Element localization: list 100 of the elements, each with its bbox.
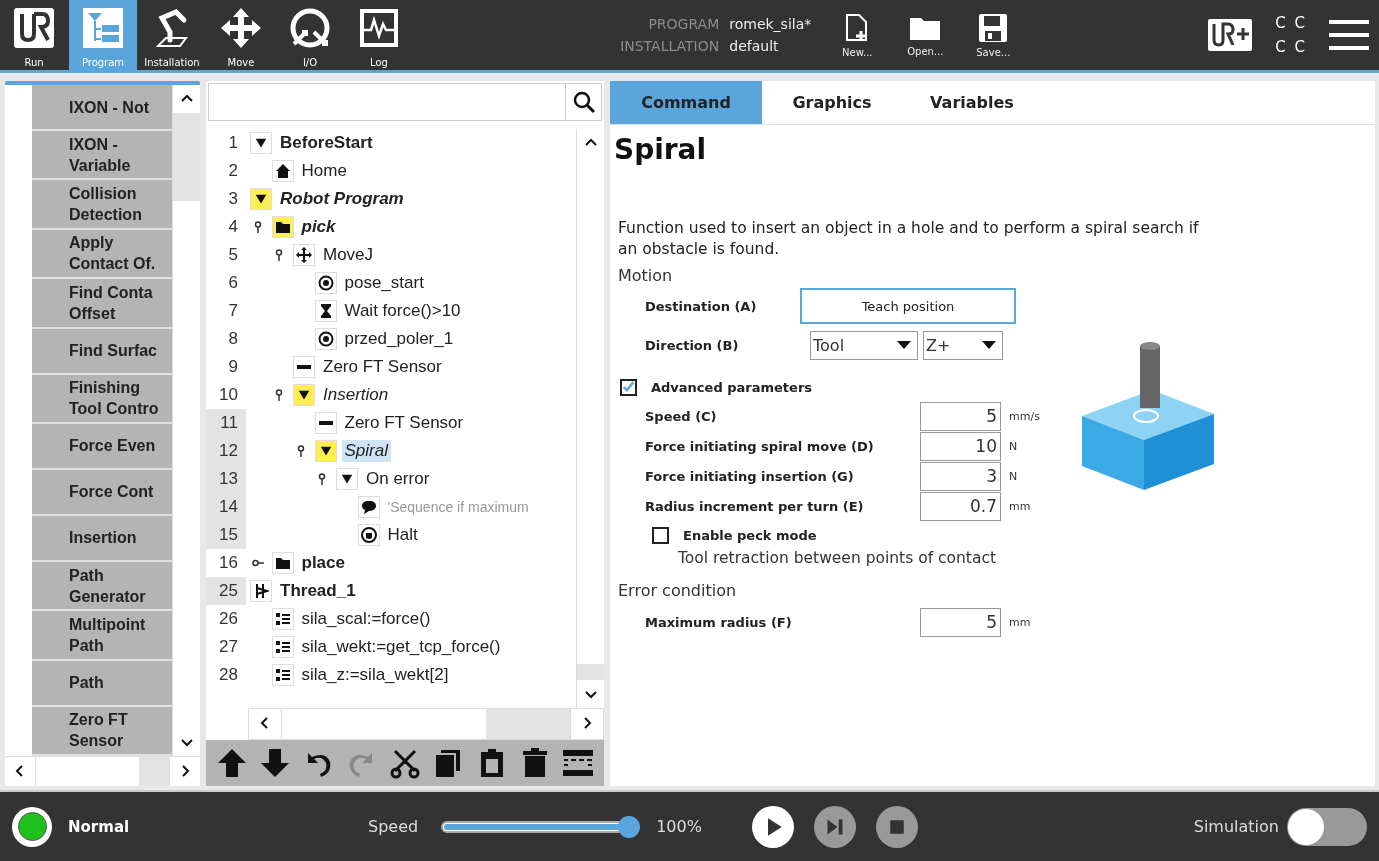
tree-node[interactable]: Insertion bbox=[320, 384, 392, 406]
horizontal-scrollbar[interactable] bbox=[248, 708, 604, 740]
caret-icon bbox=[982, 341, 996, 349]
checkbox[interactable] bbox=[620, 378, 637, 396]
play-button[interactable] bbox=[752, 805, 795, 848]
node-list-item[interactable]: Find Conta Offset bbox=[32, 279, 172, 329]
number-field[interactable]: 10 bbox=[920, 431, 1001, 461]
line-number: 6 bbox=[227, 272, 239, 294]
line-number: 11 bbox=[206, 409, 246, 437]
logo-icon bbox=[12, 6, 56, 50]
line-number: 1 bbox=[227, 132, 239, 154]
number-field[interactable]: 3 bbox=[920, 461, 1001, 491]
tab[interactable]: Command bbox=[610, 81, 762, 124]
thread-icon bbox=[253, 583, 269, 599]
line-number: 27 bbox=[218, 636, 239, 658]
menu-icon bbox=[1329, 18, 1369, 52]
node-list-item[interactable]: IXON - Not bbox=[32, 85, 172, 131]
collapse-triangle-icon bbox=[254, 192, 268, 206]
tree-node[interactable]: Home bbox=[298, 160, 350, 182]
tree-node[interactable]: Thread_1 bbox=[277, 580, 359, 602]
tree-node[interactable]: MoveJ bbox=[320, 244, 377, 266]
installation-name: default bbox=[729, 37, 780, 56]
node-list-item[interactable]: Path Generator bbox=[32, 561, 172, 612]
tree-node[interactable]: BeforeStart bbox=[277, 132, 376, 154]
tree-node[interactable]: Spiral bbox=[341, 440, 391, 462]
tree-node[interactable]: Robot Program bbox=[277, 188, 407, 210]
tree-node[interactable]: sila_z:=sila_wekt[2] bbox=[298, 664, 452, 686]
scroll-thumb[interactable] bbox=[486, 709, 570, 739]
file-button[interactable]: Open... bbox=[891, 0, 960, 70]
nav-tab[interactable]: I/O bbox=[276, 0, 344, 70]
line-number: 16 bbox=[218, 552, 239, 574]
scroll-thumb[interactable] bbox=[139, 757, 169, 786]
tree-node[interactable]: sila_wekt:=get_tcp_force() bbox=[298, 636, 504, 658]
line-number: 7 bbox=[227, 300, 239, 322]
log-chart-icon bbox=[357, 6, 401, 50]
line-number: 2 bbox=[227, 160, 239, 182]
line-number: 15 bbox=[206, 521, 246, 549]
node-list-item[interactable]: Force Cont bbox=[32, 469, 172, 516]
node-list-item[interactable]: Insertion bbox=[32, 515, 172, 562]
unit-label: mm/s bbox=[1009, 409, 1040, 423]
node-list-item[interactable]: Find Surfac bbox=[32, 328, 172, 375]
nav-tab[interactable]: Log bbox=[345, 0, 413, 70]
simulation-switch[interactable] bbox=[1287, 807, 1367, 846]
node-list-item[interactable]: Path bbox=[32, 660, 172, 707]
cut-icon bbox=[388, 747, 421, 779]
teach-position-button[interactable]: Teach position bbox=[800, 288, 1016, 324]
field-label: Direction (B) bbox=[645, 337, 740, 353]
slider-thumb[interactable] bbox=[618, 815, 641, 838]
line-number: 3 bbox=[227, 188, 239, 210]
node-list-item[interactable]: Multipoint Path bbox=[32, 611, 172, 661]
status-text: Normal bbox=[68, 817, 131, 836]
installation-label: INSTALLATION bbox=[620, 37, 720, 56]
tree-node[interactable]: sila_scal:=force() bbox=[298, 608, 434, 630]
pin-icon bbox=[251, 557, 264, 569]
number-field[interactable]: 5 bbox=[920, 607, 1001, 637]
file-button[interactable]: New... bbox=[823, 0, 892, 70]
checkbox[interactable] bbox=[652, 526, 669, 544]
node-list-item[interactable]: Force Even bbox=[32, 423, 172, 470]
line-number: 8 bbox=[227, 328, 239, 350]
speed-label: Speed bbox=[368, 817, 419, 836]
folder-icon bbox=[274, 220, 291, 234]
vertical-scrollbar[interactable] bbox=[172, 85, 200, 756]
node-list-item[interactable]: IXON - Variable bbox=[32, 131, 172, 181]
nav-tab[interactable]: Move bbox=[207, 0, 275, 70]
collapse-triangle-icon bbox=[318, 444, 333, 458]
node-list-item[interactable]: Apply Contact Of. bbox=[32, 229, 172, 280]
speech-bubble-icon bbox=[360, 499, 377, 515]
field-label: Force initiating spiral move (D) bbox=[645, 438, 875, 454]
node-list-item[interactable]: Zero FT Sensor bbox=[32, 706, 172, 756]
file-button[interactable]: Save... bbox=[959, 0, 1028, 70]
caret-icon bbox=[897, 341, 911, 349]
tree-node[interactable]: Wait force()>10 bbox=[341, 300, 464, 322]
tree-node[interactable]: Halt bbox=[384, 524, 421, 546]
line-number: 9 bbox=[227, 356, 239, 378]
tree-node[interactable]: pick bbox=[298, 216, 339, 238]
tree-node[interactable]: Zero FT Sensor bbox=[341, 412, 467, 434]
assignment-icon bbox=[274, 639, 291, 655]
axis-dropdown[interactable]: Z+ bbox=[923, 330, 1003, 360]
field-label: Force initiating insertion (G) bbox=[645, 468, 855, 484]
number-field[interactable]: 0.7 bbox=[920, 491, 1001, 521]
vertical-scrollbar[interactable] bbox=[576, 129, 604, 708]
search-field[interactable] bbox=[208, 83, 602, 121]
tree-node[interactable]: przed_poler_1 bbox=[341, 328, 457, 350]
section-label: Motion bbox=[618, 266, 674, 285]
nav-tab[interactable]: Installation bbox=[138, 0, 206, 70]
urplus-logo-icon bbox=[1207, 18, 1254, 52]
check-icon bbox=[622, 380, 635, 394]
tree-node[interactable]: On error bbox=[363, 468, 433, 490]
tree-node[interactable]: Zero FT Sensor bbox=[320, 356, 445, 378]
frame-dropdown[interactable]: Tool bbox=[810, 330, 918, 360]
tree-node[interactable]: pose_start bbox=[341, 272, 427, 294]
horizontal-scrollbar[interactable] bbox=[5, 756, 200, 786]
program-name: romek_sila* bbox=[729, 15, 812, 34]
scroll-thumb[interactable] bbox=[577, 664, 604, 680]
tree-node[interactable]: place bbox=[298, 552, 348, 574]
node-list-item[interactable]: Collision Detection bbox=[32, 180, 172, 230]
scroll-thumb[interactable] bbox=[173, 113, 200, 201]
number-field[interactable]: 5 bbox=[920, 401, 1001, 431]
node-list-item[interactable]: Finishing Tool Contro bbox=[32, 374, 172, 424]
nav-tab[interactable]: Run bbox=[0, 0, 68, 70]
